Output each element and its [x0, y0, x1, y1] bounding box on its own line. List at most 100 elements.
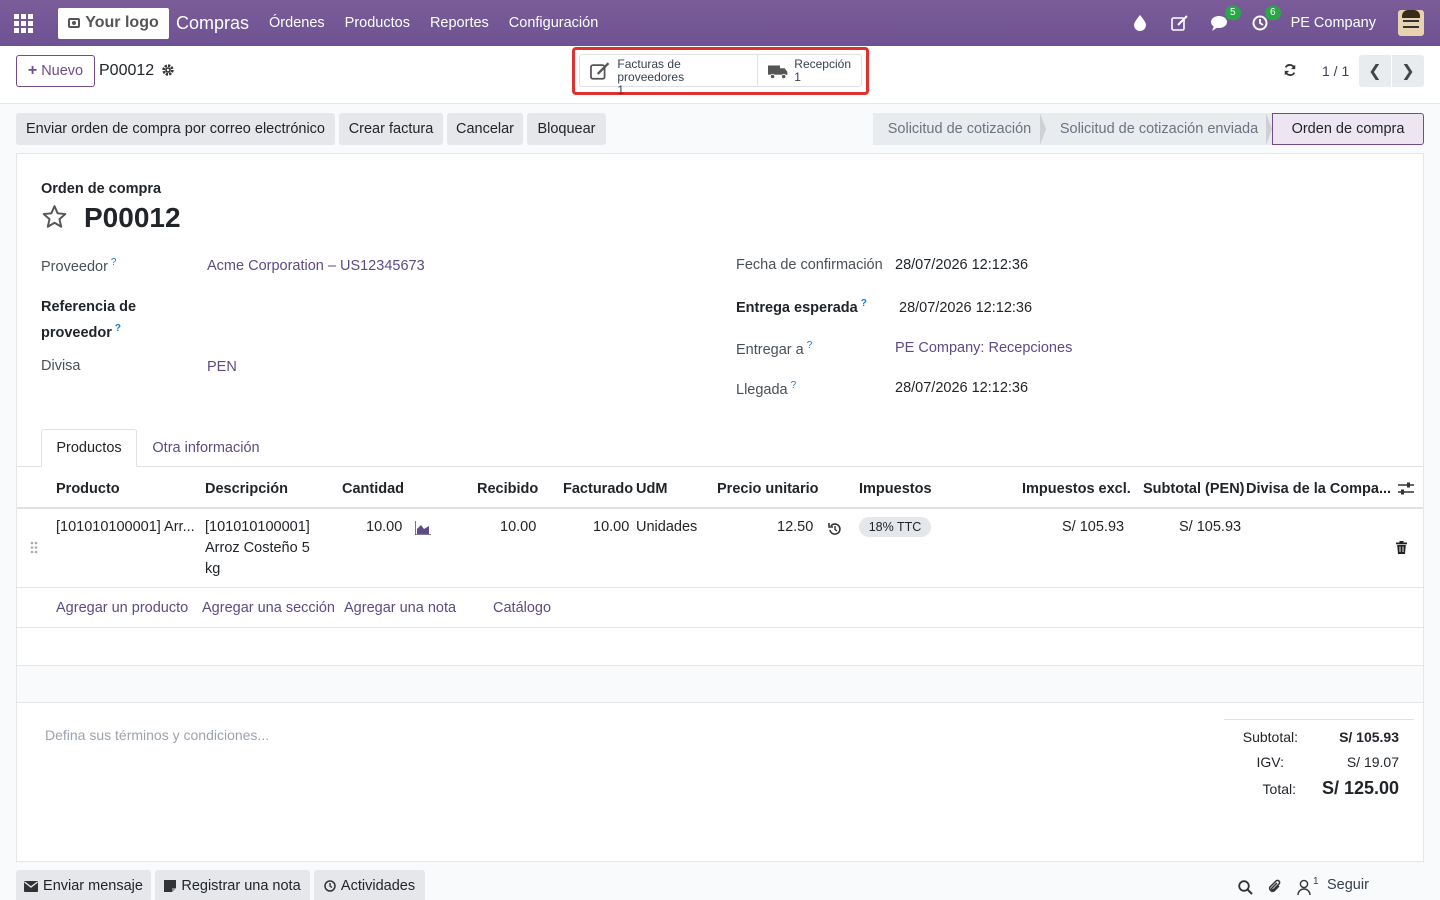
vendor-field[interactable]: Acme Corporation – US12345673 [207, 258, 425, 274]
confirmation-date-field[interactable]: 28/07/2026 12:12:36 [895, 257, 1028, 273]
arrival-label: Llegada? [736, 380, 797, 398]
terms-conditions-field[interactable]: Defina sus términos y condiciones... [45, 727, 269, 743]
col-recibido[interactable]: Recibido [477, 481, 538, 497]
vendor-bills-count: 1 [617, 83, 625, 97]
row-divider [17, 627, 1423, 628]
tax-badge[interactable]: 18% TTC [859, 517, 931, 537]
debug-drop-icon[interactable] [1131, 14, 1149, 32]
cell-udm[interactable]: Unidades [636, 519, 697, 535]
stage-purchase-order[interactable]: Orden de compra [1272, 113, 1424, 145]
col-divisa-compania[interactable]: Divisa de la Compa... [1246, 481, 1391, 497]
search-icon[interactable] [1238, 880, 1253, 895]
activities-clock-icon[interactable]: 6 [1251, 6, 1281, 32]
add-note-link[interactable]: Agregar una nota [344, 600, 456, 616]
send-po-email-button[interactable]: Enviar orden de compra por correo electr… [16, 113, 335, 145]
vendor-label: Proveedor? [41, 257, 117, 275]
menu-configuracion[interactable]: Configuración [509, 15, 598, 31]
cancel-button[interactable]: Cancelar [447, 113, 523, 145]
company-logo[interactable]: Your logo [58, 7, 169, 39]
apps-menu-button[interactable] [0, 0, 46, 46]
stage-rfq-sent[interactable]: Solicitud de cotización enviada [1046, 113, 1272, 145]
cell-descripcion-line1[interactable]: [101010100001] [205, 519, 310, 535]
pager-value[interactable]: 1 / 1 [1322, 63, 1349, 79]
col-precio-unitario[interactable]: Precio unitario [717, 481, 819, 497]
plus-icon: + [27, 62, 38, 79]
stage-rfq[interactable]: Solicitud de cotización [873, 113, 1046, 145]
cell-impuestos-excl: S/ 105.93 [1062, 519, 1125, 535]
reload-icon[interactable] [1283, 63, 1297, 77]
cell-descripcion-line3[interactable]: kg [205, 561, 220, 577]
activities-label: Actividades [340, 878, 416, 894]
expected-delivery-field[interactable]: 28/07/2026 12:12:36 [899, 300, 1032, 316]
history-icon[interactable] [828, 522, 842, 536]
add-section-link[interactable]: Agregar una sección [202, 600, 335, 616]
cell-precio-unitario[interactable]: 12.50 [777, 519, 813, 535]
deliver-to-field[interactable]: PE Company: Recepciones [895, 340, 1072, 356]
truck-icon [768, 65, 788, 80]
record-title: P00012 [84, 202, 181, 233]
log-note-button[interactable]: Registrar una nota [155, 870, 310, 900]
totals-divider [1224, 719, 1414, 720]
col-producto[interactable]: Producto [56, 481, 120, 497]
pager-previous-button[interactable]: ❮ [1359, 55, 1391, 87]
menu-reportes[interactable]: Reportes [430, 15, 489, 31]
send-message-button[interactable]: Enviar mensaje [16, 870, 151, 900]
edit-icon[interactable] [1170, 14, 1189, 32]
cell-recibido[interactable]: 10.00 [500, 519, 536, 535]
lock-button[interactable]: Bloquear [527, 113, 606, 145]
status-bar: Solicitud de cotización Solicitud de cot… [873, 113, 1424, 145]
pager-next-button[interactable]: ❯ [1392, 55, 1424, 87]
col-descripcion[interactable]: Descripción [205, 481, 288, 497]
cell-facturado[interactable]: 10.00 [593, 519, 629, 535]
menu-ordenes[interactable]: Órdenes [269, 15, 325, 31]
tab-otra-informacion[interactable]: Otra información [141, 429, 271, 467]
receipt-label: Recepción [794, 57, 851, 71]
activities-button[interactable]: Actividades [314, 870, 425, 900]
star-icon[interactable] [41, 204, 68, 230]
total-value: S/ 125.00 [1321, 778, 1399, 798]
col-cantidad[interactable]: Cantidad [342, 481, 404, 497]
cell-cantidad[interactable]: 10.00 [366, 519, 402, 535]
cell-descripcion-line2[interactable]: Arroz Costeño 5 [205, 540, 310, 556]
table-empty-row [17, 665, 1423, 703]
col-facturado[interactable]: Facturado [563, 481, 633, 497]
catalog-link[interactable]: Catálogo [493, 600, 551, 616]
drag-handle-icon[interactable] [30, 541, 38, 554]
menu-productos[interactable]: Productos [345, 15, 410, 31]
currency-field[interactable]: PEN [207, 359, 237, 375]
add-product-link[interactable]: Agregar un producto [56, 600, 188, 616]
new-button-label: Nuevo [41, 63, 84, 79]
receipt-smart-button[interactable]: Recepción 1 [758, 55, 861, 86]
col-impuestos[interactable]: Impuestos [859, 481, 932, 497]
create-invoice-button[interactable]: Crear factura [339, 113, 443, 145]
expected-delivery-label: Entrega esperada? [736, 298, 867, 316]
follow-button[interactable]: Seguir [1327, 877, 1369, 893]
cell-producto[interactable]: [101010100001] Arr... [56, 519, 195, 535]
col-subtotal[interactable]: Subtotal (PEN) [1143, 481, 1245, 497]
optional-columns-icon[interactable] [1398, 482, 1414, 496]
app-name[interactable]: Compras [176, 13, 249, 34]
vendor-reference-field[interactable] [207, 298, 507, 319]
breadcrumb-record: P00012 [99, 62, 155, 79]
arrival-field[interactable]: 28/07/2026 12:12:36 [895, 380, 1028, 396]
col-impuestos-excl[interactable]: Impuestos excl. [1022, 481, 1131, 497]
company-switcher[interactable]: PE Company [1291, 15, 1376, 31]
envelope-icon [24, 880, 39, 892]
forecast-chart-icon[interactable] [415, 521, 431, 535]
followers-icon[interactable] [1297, 879, 1311, 895]
gear-icon[interactable] [161, 63, 175, 77]
user-avatar[interactable] [1398, 10, 1424, 36]
note-icon [164, 880, 177, 892]
currency-label: Divisa [41, 358, 81, 374]
trash-icon[interactable] [1396, 541, 1407, 554]
smart-buttons: Facturas de proveedores 1 Recepción 1 [579, 54, 862, 97]
messages-icon[interactable]: 5 [1210, 6, 1241, 32]
paperclip-icon[interactable] [1268, 879, 1282, 895]
tab-productos[interactable]: Productos [41, 429, 137, 467]
cell-subtotal: S/ 105.93 [1179, 519, 1242, 535]
confirmation-date-label: Fecha de confirmación [736, 257, 883, 273]
col-udm[interactable]: UdM [636, 481, 667, 497]
new-button[interactable]: + Nuevo [16, 55, 95, 87]
row-divider [17, 587, 1423, 588]
vendor-bills-smart-button[interactable]: Facturas de proveedores 1 [580, 55, 758, 97]
